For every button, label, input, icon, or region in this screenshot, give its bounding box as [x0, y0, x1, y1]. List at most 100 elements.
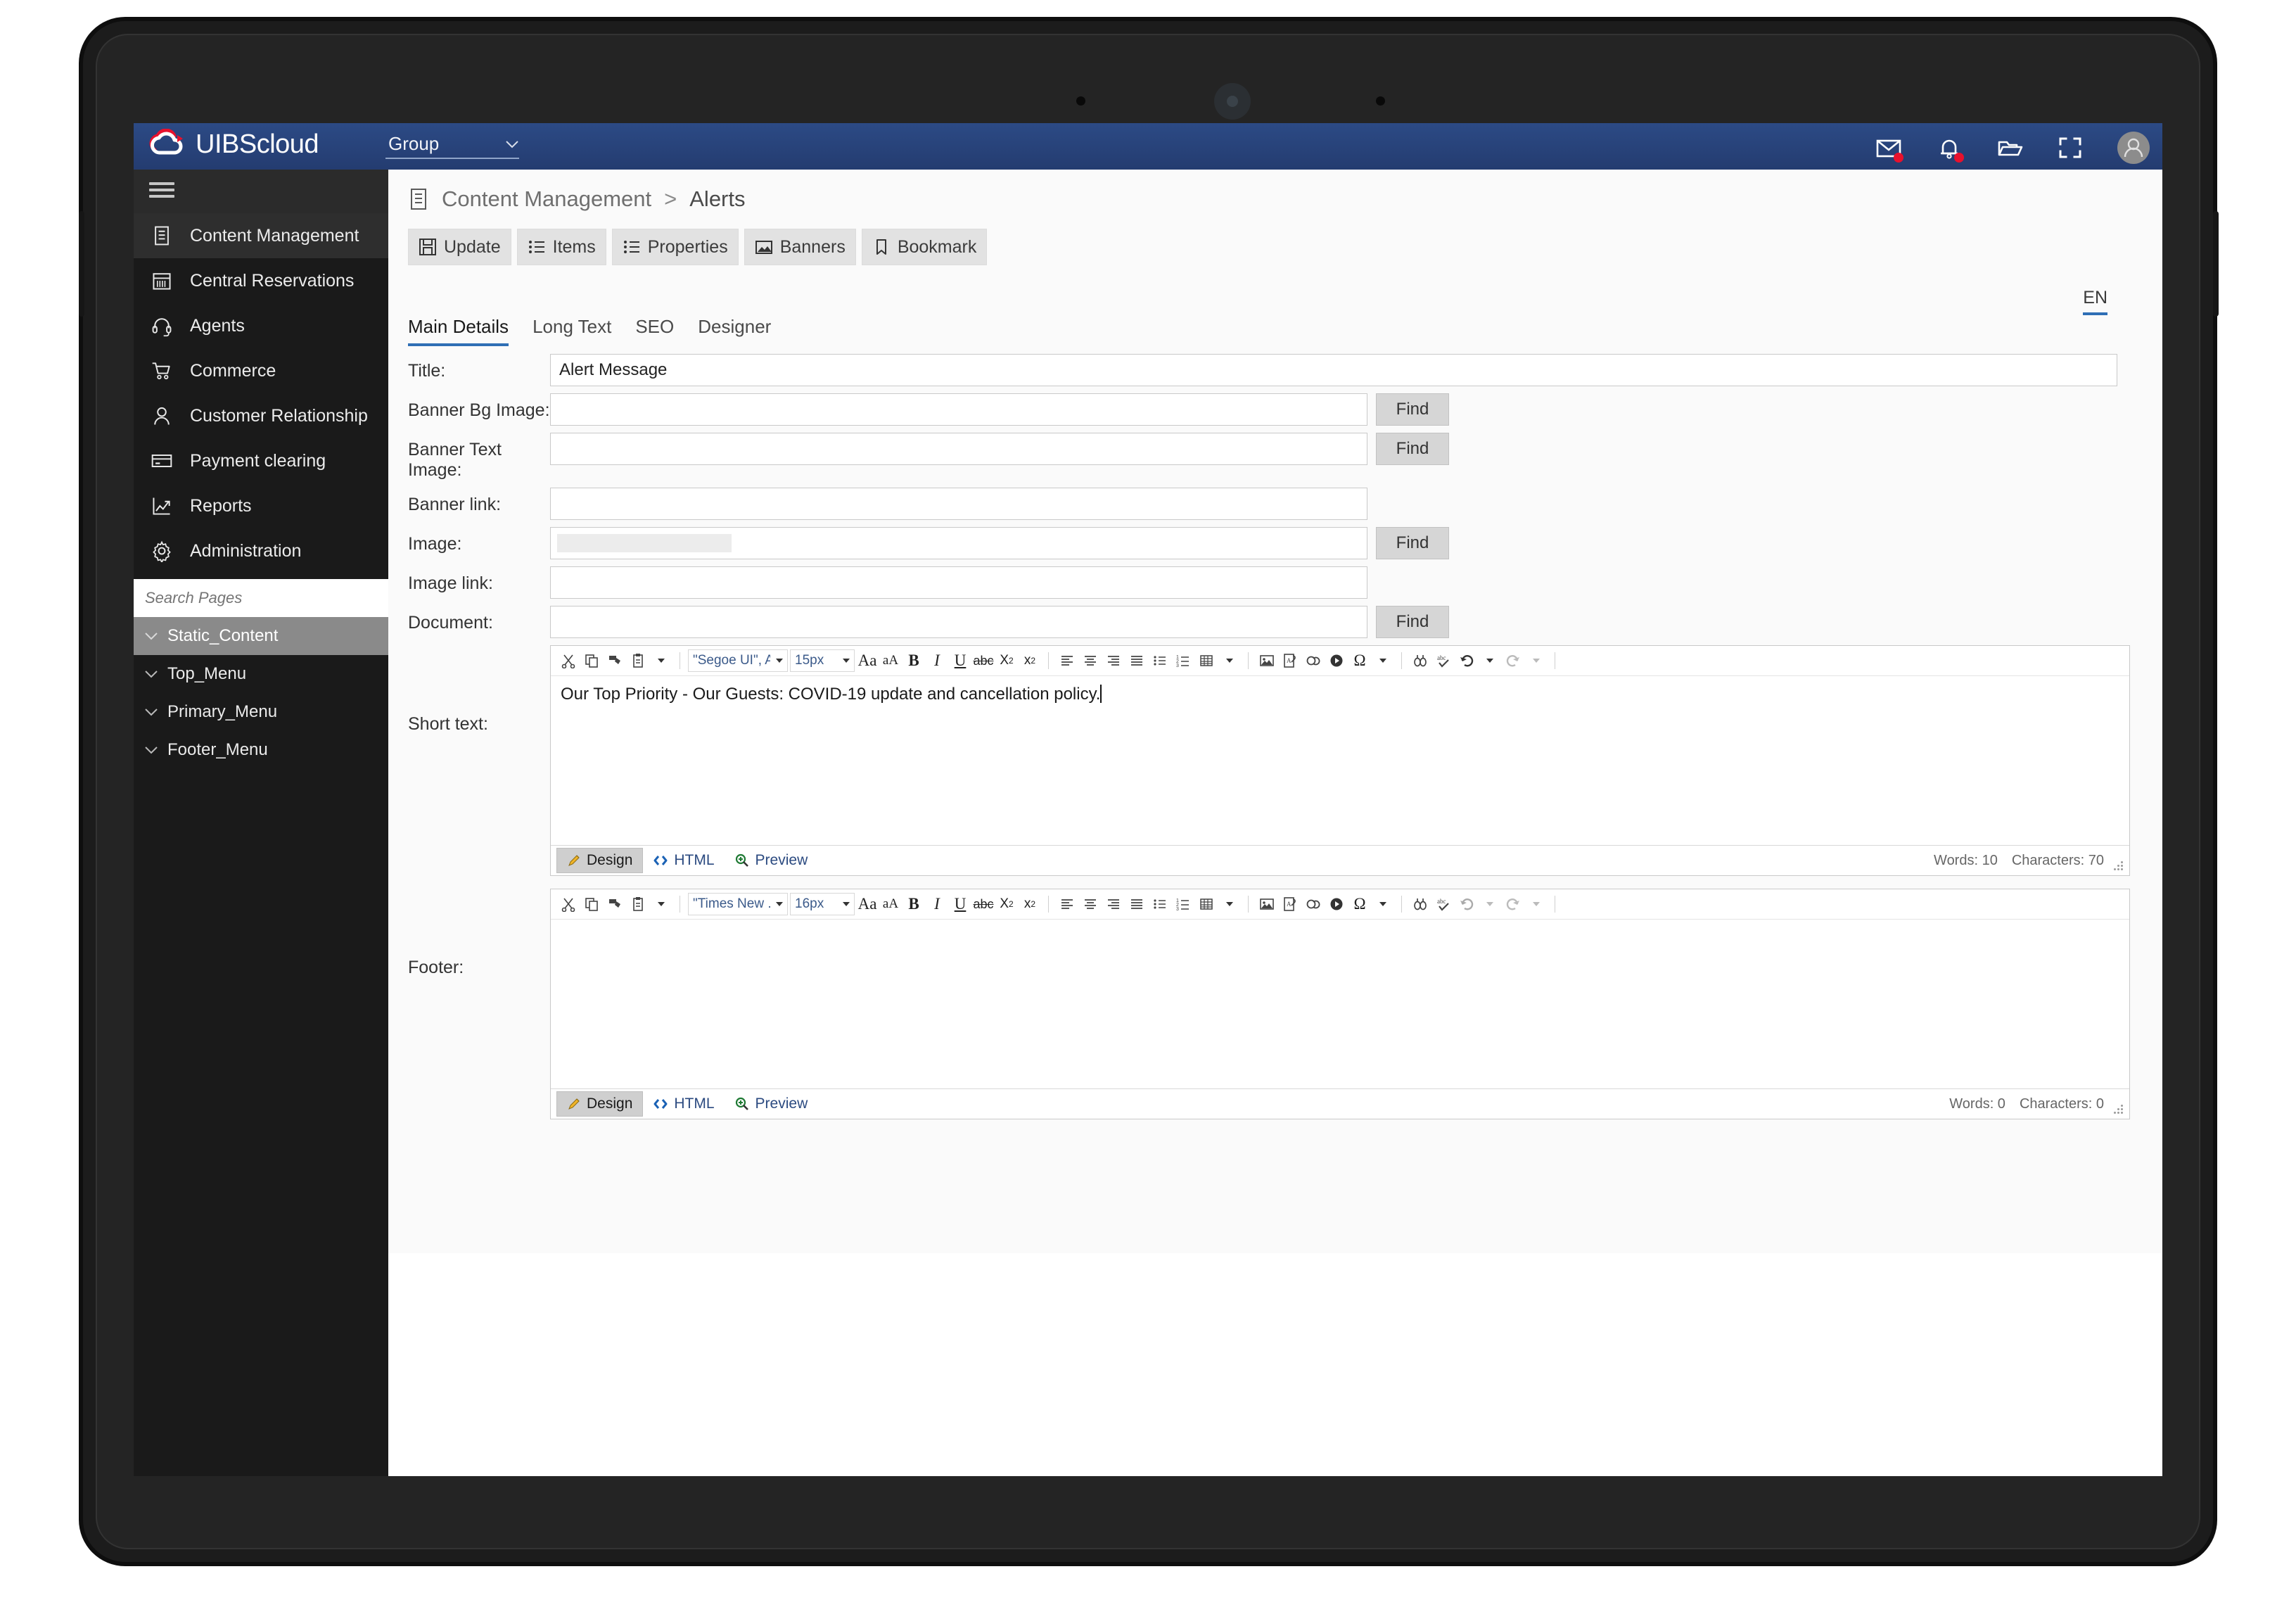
banners-button[interactable]: Banners [744, 229, 856, 265]
footer-font-size-select[interactable]: 16px [790, 893, 855, 915]
insert-image-icon[interactable] [1256, 894, 1277, 915]
font-size-select[interactable]: 15px [790, 649, 855, 672]
numbered-list-icon[interactable]: 123 [1173, 894, 1194, 915]
paste-icon[interactable] [627, 894, 649, 915]
strikethrough-icon[interactable]: abc [973, 894, 994, 915]
sidebar-item-customer-relationship[interactable]: Customer Relationship [134, 393, 388, 438]
banner-text-image-input[interactable] [550, 433, 1367, 465]
sidebar-toggle-row[interactable] [134, 170, 388, 213]
align-right-icon[interactable] [1103, 650, 1124, 671]
redo-dropdown-icon[interactable] [1526, 894, 1547, 915]
font-shrink-icon[interactable]: aA [880, 650, 901, 671]
bookmark-button[interactable]: Bookmark [861, 229, 988, 265]
paste-options-dropdown-icon[interactable] [651, 650, 672, 671]
menu-icon[interactable] [149, 182, 174, 201]
sidebar-item-reports[interactable]: Reports [134, 483, 388, 528]
font-grow-icon[interactable]: Aa [857, 650, 878, 671]
subscript-icon[interactable]: X2 [996, 894, 1017, 915]
insert-media-icon[interactable] [1326, 650, 1347, 671]
sidebar-item-agents[interactable]: Agents [134, 303, 388, 348]
underline-icon[interactable]: U [950, 894, 971, 915]
properties-button[interactable]: Properties [611, 229, 739, 265]
paste-options-dropdown-icon[interactable] [651, 894, 672, 915]
sidebar-item-content-management[interactable]: Content Management [134, 213, 388, 258]
items-button[interactable]: Items [516, 229, 606, 265]
spellcheck-icon[interactable]: abc [1433, 894, 1454, 915]
tab-seo[interactable]: SEO [635, 316, 674, 346]
table-dropdown-icon[interactable] [1219, 650, 1240, 671]
open-folder-icon[interactable] [1996, 134, 2023, 161]
insert-link-icon[interactable] [1303, 650, 1324, 671]
user-avatar-icon[interactable] [2117, 132, 2150, 164]
banner-link-input[interactable] [550, 488, 1367, 520]
tree-item-top-menu[interactable]: Top_Menu [134, 655, 388, 693]
format-painter-icon[interactable] [604, 650, 625, 671]
bold-icon[interactable]: B [903, 894, 924, 915]
banner-bg-image-find-button[interactable]: Find [1376, 393, 1449, 426]
image-find-button[interactable]: Find [1376, 527, 1449, 559]
special-character-icon[interactable]: Ω [1349, 894, 1370, 915]
bold-icon[interactable]: B [903, 650, 924, 671]
underline-icon[interactable]: U [950, 650, 971, 671]
copy-icon[interactable] [581, 894, 602, 915]
font-family-select[interactable]: "Segoe UI", A... [688, 649, 788, 672]
footer-body[interactable] [551, 920, 2129, 1088]
document-find-button[interactable]: Find [1376, 606, 1449, 638]
image-link-input[interactable] [550, 566, 1367, 599]
align-right-icon[interactable] [1103, 894, 1124, 915]
align-left-icon[interactable] [1057, 650, 1078, 671]
document-input[interactable] [550, 606, 1367, 638]
special-character-dropdown-icon[interactable] [1372, 650, 1393, 671]
search-input[interactable] [134, 589, 388, 607]
bullet-list-icon[interactable] [1149, 894, 1171, 915]
subscript-icon[interactable]: X2 [996, 650, 1017, 671]
footer-resize-handle[interactable] [2114, 1105, 2124, 1114]
group-selector[interactable]: Group [385, 133, 519, 159]
footer-font-family-select[interactable]: "Times New ... [688, 893, 788, 915]
tab-designer[interactable]: Designer [698, 316, 771, 346]
banner-bg-image-input[interactable] [550, 393, 1367, 426]
table-icon[interactable] [1196, 650, 1217, 671]
update-button[interactable]: Update [408, 229, 511, 265]
undo-icon[interactable] [1456, 650, 1477, 671]
align-center-icon[interactable] [1080, 650, 1101, 671]
tree-item-static-content[interactable]: Static_Content [134, 617, 388, 655]
title-input[interactable] [550, 354, 2117, 386]
tree-item-primary-menu[interactable]: Primary_Menu [134, 693, 388, 731]
tab-long-text[interactable]: Long Text [532, 316, 611, 346]
font-shrink-icon[interactable]: aA [880, 894, 901, 915]
superscript-icon[interactable]: x2 [1019, 650, 1040, 671]
insert-document-icon[interactable]: A [1280, 894, 1301, 915]
find-replace-icon[interactable] [1410, 894, 1431, 915]
insert-link-icon[interactable] [1303, 894, 1324, 915]
banner-text-image-find-button[interactable]: Find [1376, 433, 1449, 465]
undo-dropdown-icon[interactable] [1479, 650, 1500, 671]
insert-image-icon[interactable] [1256, 650, 1277, 671]
short-text-resize-handle[interactable] [2114, 861, 2124, 871]
cut-icon[interactable] [558, 894, 579, 915]
short-text-mode-html[interactable]: HTML [643, 849, 724, 872]
search-pages-container[interactable] [134, 579, 388, 617]
special-character-dropdown-icon[interactable] [1372, 894, 1393, 915]
superscript-icon[interactable]: x2 [1019, 894, 1040, 915]
redo-dropdown-icon[interactable] [1526, 650, 1547, 671]
table-dropdown-icon[interactable] [1219, 894, 1240, 915]
insert-document-icon[interactable]: A [1280, 650, 1301, 671]
italic-icon[interactable]: I [926, 894, 948, 915]
paste-icon[interactable] [627, 650, 649, 671]
font-grow-icon[interactable]: Aa [857, 894, 878, 915]
short-text-mode-preview[interactable]: Preview [725, 849, 818, 872]
sidebar-item-payment-clearing[interactable]: Payment clearing [134, 438, 388, 483]
undo-icon[interactable] [1456, 894, 1477, 915]
align-justify-icon[interactable] [1126, 650, 1147, 671]
redo-icon[interactable] [1503, 650, 1524, 671]
format-painter-icon[interactable] [604, 894, 625, 915]
sidebar-item-administration[interactable]: Administration [134, 528, 388, 573]
short-text-mode-design[interactable]: Design [556, 848, 644, 873]
numbered-list-icon[interactable]: 123 [1173, 650, 1194, 671]
align-center-icon[interactable] [1080, 894, 1101, 915]
footer-mode-preview[interactable]: Preview [725, 1092, 818, 1116]
short-text-body[interactable]: Our Top Priority - Our Guests: COVID-19 … [551, 676, 2129, 845]
mail-icon[interactable] [1875, 134, 1903, 163]
spellcheck-icon[interactable]: abc [1433, 650, 1454, 671]
